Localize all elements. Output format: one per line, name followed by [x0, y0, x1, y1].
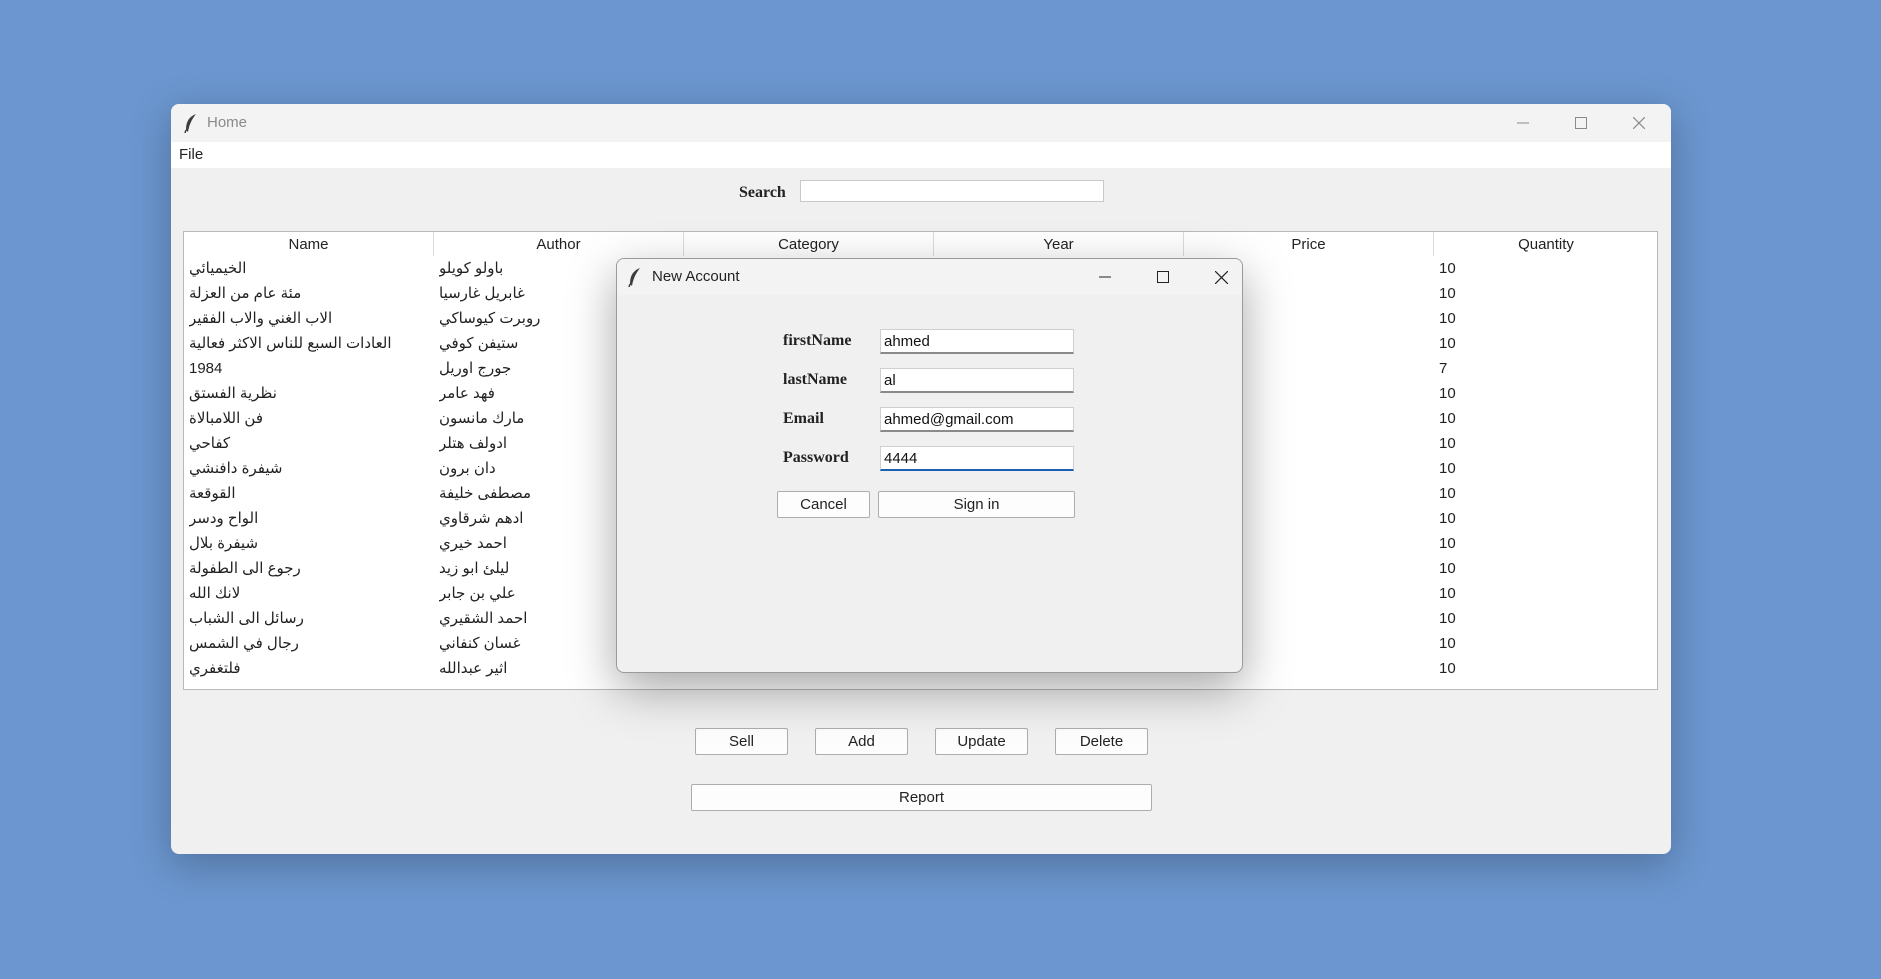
feather-icon — [183, 113, 199, 134]
table-cell: شيفرة دافنشي — [189, 460, 283, 477]
table-cell: 10 — [1439, 560, 1456, 577]
password-label: Password — [783, 449, 849, 466]
column-header[interactable]: Year — [934, 232, 1184, 256]
column-header[interactable]: Category — [684, 232, 934, 256]
close-icon — [1214, 270, 1228, 284]
table-cell: 10 — [1439, 660, 1456, 677]
first-name-field[interactable]: ahmed — [880, 329, 1074, 354]
dialog-close-button[interactable] — [1192, 259, 1242, 295]
add-button[interactable]: Add — [815, 728, 908, 755]
new-account-dialog: New Account firstName ahmed lastName al … — [616, 258, 1243, 673]
table-cell: 10 — [1439, 385, 1456, 402]
sell-button[interactable]: Sell — [695, 728, 788, 755]
table-cell: القوقعة — [189, 485, 236, 502]
column-header[interactable]: Price — [1184, 232, 1434, 256]
column-header[interactable]: Author — [434, 232, 684, 256]
table-cell: الواح ودسر — [189, 510, 259, 527]
dialog-title-bar[interactable]: New Account — [617, 259, 1242, 295]
search-input[interactable] — [800, 180, 1104, 202]
table-cell: 10 — [1439, 485, 1456, 502]
table-cell: 10 — [1439, 610, 1456, 627]
table-cell: 10 — [1439, 285, 1456, 302]
table-cell: 7 — [1439, 360, 1448, 377]
table-cell: 10 — [1439, 510, 1456, 527]
title-bar[interactable]: Home — [171, 104, 1671, 142]
menu-bar: File — [171, 142, 1671, 168]
search-label: Search — [739, 184, 786, 201]
table-cell: العادات السبع للناس الاكثر فعالية — [189, 335, 392, 352]
minimize-icon — [1517, 122, 1529, 124]
dialog-maximize-button[interactable] — [1134, 259, 1192, 295]
table-cell: 10 — [1439, 335, 1456, 352]
dialog-title: New Account — [652, 268, 740, 285]
cancel-button[interactable]: Cancel — [777, 491, 870, 518]
minimize-button[interactable] — [1494, 104, 1552, 142]
table-cell: 10 — [1439, 535, 1456, 552]
feather-icon — [627, 267, 643, 288]
table-header: Name Author Category Year Price Quantity — [184, 232, 1657, 256]
email-field[interactable]: ahmed@gmail.com — [880, 407, 1074, 432]
close-button[interactable] — [1610, 104, 1668, 142]
table-cell: كفاحي — [189, 435, 231, 452]
close-icon — [1633, 117, 1645, 129]
table-cell: 10 — [1439, 460, 1456, 477]
table-cell: 10 — [1439, 410, 1456, 427]
table-cell: مئة عام من العزلة — [189, 285, 302, 302]
table-cell: 1984 — [189, 360, 223, 377]
menu-file[interactable]: File — [179, 146, 203, 163]
maximize-button[interactable] — [1552, 104, 1610, 142]
column-header[interactable]: Quantity — [1434, 232, 1657, 256]
last-name-label: lastName — [783, 371, 847, 388]
minimize-icon — [1099, 276, 1111, 278]
window-title: Home — [207, 114, 248, 131]
email-label: Email — [783, 410, 824, 427]
table-cell: الخيميائي — [189, 260, 247, 277]
table-cell: 10 — [1439, 310, 1456, 327]
table-cell: 10 — [1439, 435, 1456, 452]
table-cell: 10 — [1439, 635, 1456, 652]
table-cell: الاب الغني والاب الفقير — [189, 310, 333, 327]
update-button[interactable]: Update — [935, 728, 1028, 755]
table-cell: لانك الله — [189, 585, 241, 602]
dialog-minimize-button[interactable] — [1076, 259, 1134, 295]
table-cell: رجوع الى الطفولة — [189, 560, 301, 577]
table-cell: شيفرة بلال — [189, 535, 259, 552]
sign-in-button[interactable]: Sign in — [878, 491, 1075, 518]
maximize-icon — [1575, 117, 1587, 129]
table-cell: 10 — [1439, 260, 1456, 277]
maximize-icon — [1157, 271, 1169, 283]
table-cell: فن اللامبالاة — [189, 410, 263, 427]
delete-button[interactable]: Delete — [1055, 728, 1148, 755]
column-header[interactable]: Name — [184, 232, 434, 256]
password-field[interactable]: 4444 — [880, 446, 1074, 471]
last-name-field[interactable]: al — [880, 368, 1074, 393]
table-cell: 10 — [1439, 585, 1456, 602]
table-cell: رجال في الشمس — [189, 635, 299, 652]
first-name-label: firstName — [783, 332, 852, 349]
table-cell: نظرية الفستق — [189, 385, 277, 402]
table-cell: فلتغفري — [189, 660, 241, 677]
report-button[interactable]: Report — [691, 784, 1152, 811]
table-cell: رسائل الى الشباب — [189, 610, 304, 627]
